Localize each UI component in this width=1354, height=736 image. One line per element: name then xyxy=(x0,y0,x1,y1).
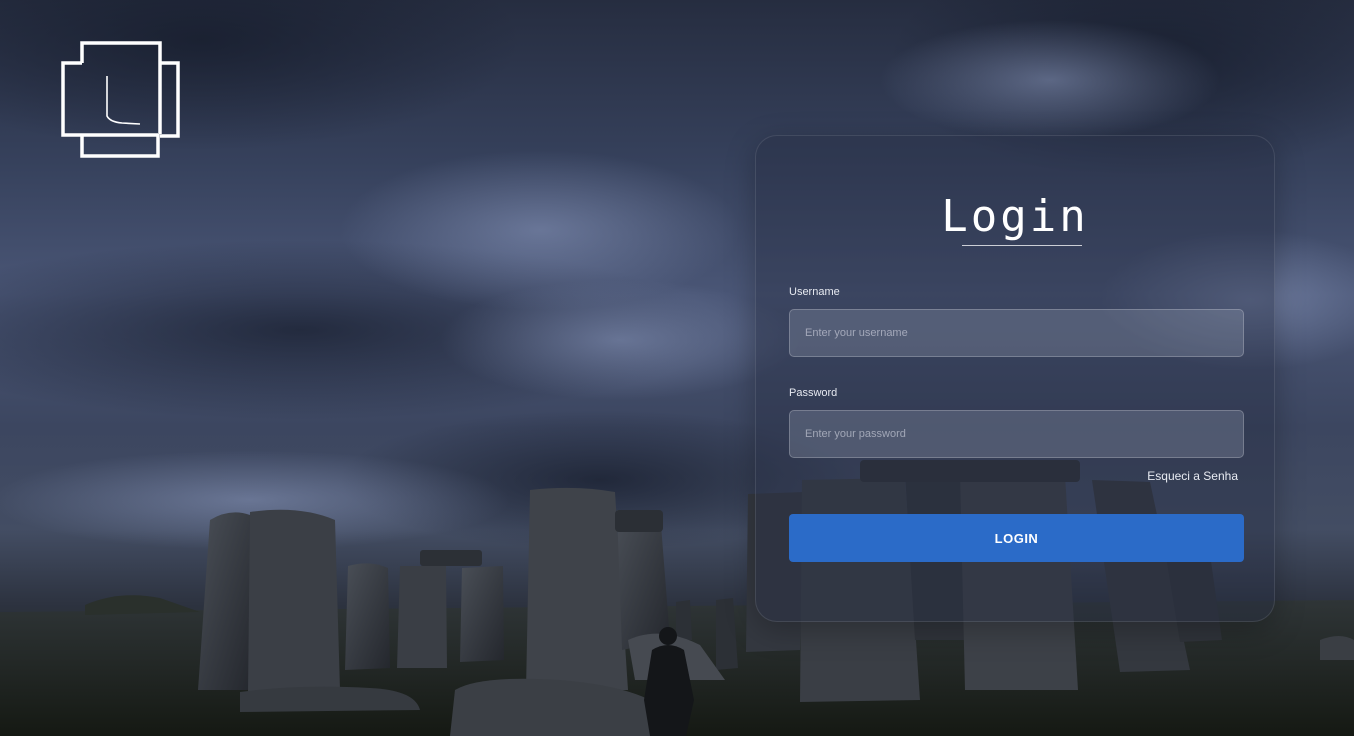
login-screen: Login Username Password Esqueci a Senha … xyxy=(0,0,1354,736)
username-input[interactable] xyxy=(789,309,1244,357)
login-title: Login xyxy=(941,191,1089,242)
login-button[interactable]: LOGIN xyxy=(789,514,1244,562)
forgot-password-link[interactable]: Esqueci a Senha xyxy=(1147,469,1238,483)
password-input[interactable] xyxy=(789,410,1244,458)
login-card: Login Username Password Esqueci a Senha … xyxy=(755,135,1275,622)
brand-logo-icon xyxy=(61,41,180,158)
username-label: Username xyxy=(789,286,840,298)
title-underline xyxy=(962,245,1082,246)
password-label: Password xyxy=(789,387,838,399)
